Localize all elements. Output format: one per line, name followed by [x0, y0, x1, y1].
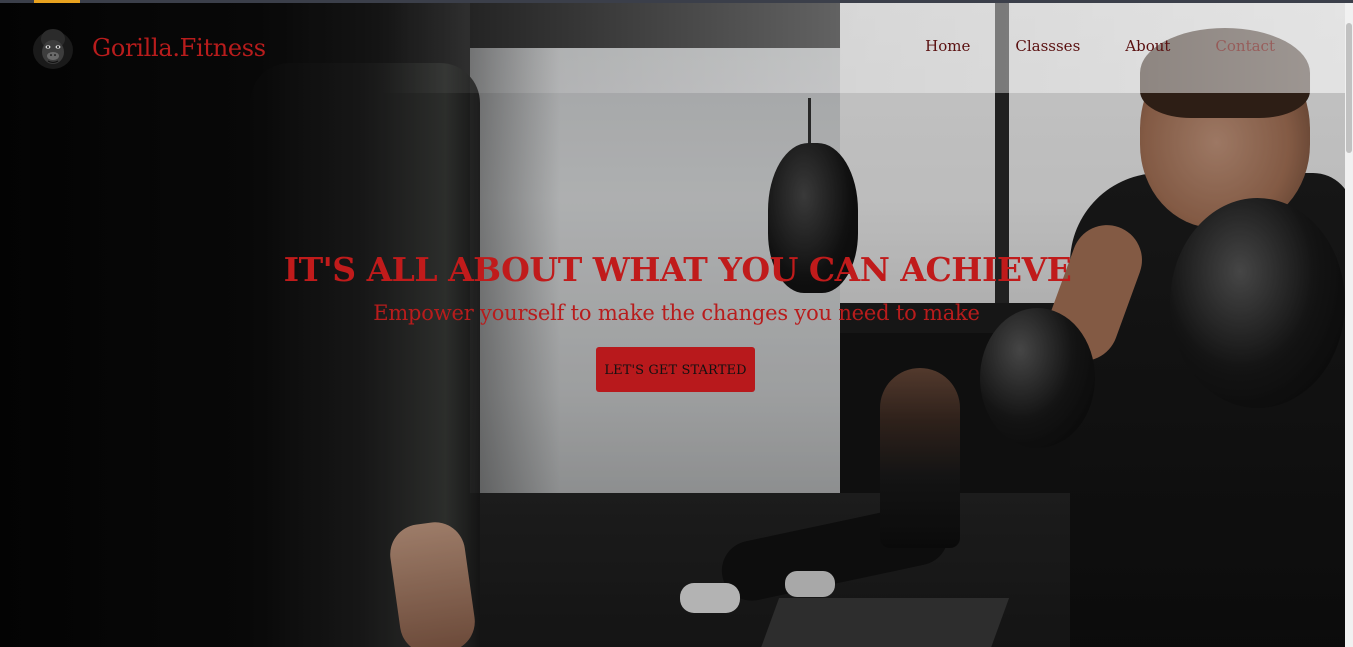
- browser-top-strip: [0, 0, 1353, 3]
- nav-link-about[interactable]: About: [1125, 37, 1170, 55]
- brand-name: Gorilla.Fitness: [92, 34, 266, 62]
- brand-link[interactable]: Gorilla.Fitness: [30, 23, 266, 73]
- nav-link-contact[interactable]: Contact: [1215, 37, 1275, 55]
- scrollbar-thumb[interactable]: [1346, 23, 1352, 153]
- nav-link-classes[interactable]: Classses: [1015, 37, 1080, 55]
- gorilla-logo-icon: [30, 25, 76, 71]
- hero-subtitle: Empower yourself to make the changes you…: [373, 301, 980, 325]
- nav-link-home[interactable]: Home: [925, 37, 970, 55]
- page: Gorilla.Fitness Home Classses About Cont…: [0, 0, 1353, 647]
- main-nav: Home Classses About Contact: [880, 37, 1275, 55]
- page-scrollbar[interactable]: [1345, 3, 1353, 647]
- active-tab-accent: [34, 0, 80, 3]
- get-started-button[interactable]: LET'S GET STARTED: [596, 347, 755, 392]
- hero-title: IT'S ALL ABOUT WHAT YOU CAN ACHIEVE: [283, 250, 1072, 289]
- navbar: Gorilla.Fitness Home Classses About Cont…: [0, 3, 1353, 93]
- hero-section: IT'S ALL ABOUT WHAT YOU CAN ACHIEVE Empo…: [0, 250, 1353, 392]
